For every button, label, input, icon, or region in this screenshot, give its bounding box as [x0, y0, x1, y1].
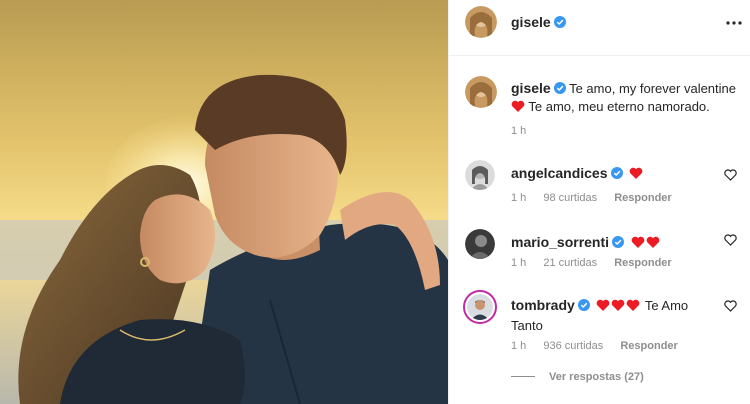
heart-outline-icon[interactable] [724, 234, 737, 246]
comment-time: 1 h [511, 340, 527, 352]
comment-item: angelcandices 1 h 98 curtidas Responder [449, 158, 750, 228]
post-header: gisele [449, 0, 750, 56]
comment-likes[interactable]: 21 curtidas [543, 257, 597, 269]
verified-badge-icon [577, 299, 590, 311]
comment-item: mario_sorrenti 1 h 21 curtidas Responder [449, 227, 750, 297]
heart-outline-icon[interactable] [724, 169, 737, 181]
comment-hearts [631, 236, 661, 254]
caption-line-1: Te amo, my forever valentine [569, 81, 736, 96]
red-heart-emoji [627, 299, 640, 311]
comment-avatar[interactable] [467, 294, 493, 320]
comment-hearts [629, 167, 644, 185]
post-side-panel: gisele gisele Te amo, my forever valenti… [448, 0, 750, 404]
comment-username[interactable]: tombrady [511, 297, 575, 313]
comment-body: angelcandices [511, 164, 711, 185]
comment-username[interactable]: angelcandices [511, 165, 608, 181]
verified-badge-icon [553, 82, 566, 94]
comment-likes[interactable]: 98 curtidas [543, 192, 597, 204]
comment-item: tombrady Te Amo Tanto 1 h 936 curtidas R… [449, 290, 750, 365]
comment-likes[interactable]: 936 curtidas [543, 340, 603, 352]
post-photo[interactable] [0, 0, 448, 404]
comment-avatar[interactable] [465, 229, 495, 259]
comment-time: 1 h [511, 257, 527, 269]
reply-button[interactable]: Responder [614, 192, 671, 204]
red-heart-emoji [612, 299, 625, 311]
comment-meta: 1 h 936 curtidas Responder [511, 340, 692, 352]
caption-text: gisele Te amo, my forever valentine Te a… [511, 79, 741, 116]
heart-outline-icon[interactable] [724, 300, 737, 312]
red-heart-emoji [631, 236, 645, 248]
divider-line [511, 376, 535, 377]
caption-author-username[interactable]: gisele [511, 80, 551, 96]
reply-button[interactable]: Responder [620, 340, 677, 352]
couple-photo-image [0, 0, 448, 404]
author-username[interactable]: gisele [511, 14, 566, 30]
verified-badge-icon [610, 167, 623, 179]
view-replies-button[interactable]: Ver respostas (27) [511, 371, 644, 383]
reply-button[interactable]: Responder [614, 257, 671, 269]
red-heart-emoji [511, 100, 525, 112]
view-replies-label[interactable]: Ver respostas (27) [549, 371, 644, 383]
comment-meta: 1 h 21 curtidas Responder [511, 257, 686, 269]
verified-badge-icon [612, 236, 625, 248]
author-username-text[interactable]: gisele [511, 14, 551, 30]
more-options-icon[interactable] [723, 12, 745, 34]
caption-line-2: Te amo, meu eterno namorado. [528, 99, 710, 114]
comment-avatar[interactable] [465, 160, 495, 190]
comment-avatar-story-ring[interactable] [463, 290, 497, 324]
caption-author-avatar[interactable] [465, 76, 497, 108]
comment-username[interactable]: mario_sorrenti [511, 234, 609, 250]
red-heart-emoji [629, 167, 643, 179]
red-heart-emoji [646, 236, 660, 248]
red-heart-emoji [597, 299, 610, 311]
verified-badge-icon [553, 16, 566, 28]
author-avatar[interactable] [465, 6, 497, 38]
caption-meta: 1 h [511, 125, 540, 137]
comment-body: mario_sorrenti [511, 233, 711, 254]
comment-body: tombrady Te Amo Tanto [511, 296, 711, 335]
caption-time: 1 h [511, 125, 527, 137]
comment-hearts [596, 299, 641, 317]
comment-meta: 1 h 98 curtidas Responder [511, 192, 686, 204]
comment-time: 1 h [511, 192, 527, 204]
